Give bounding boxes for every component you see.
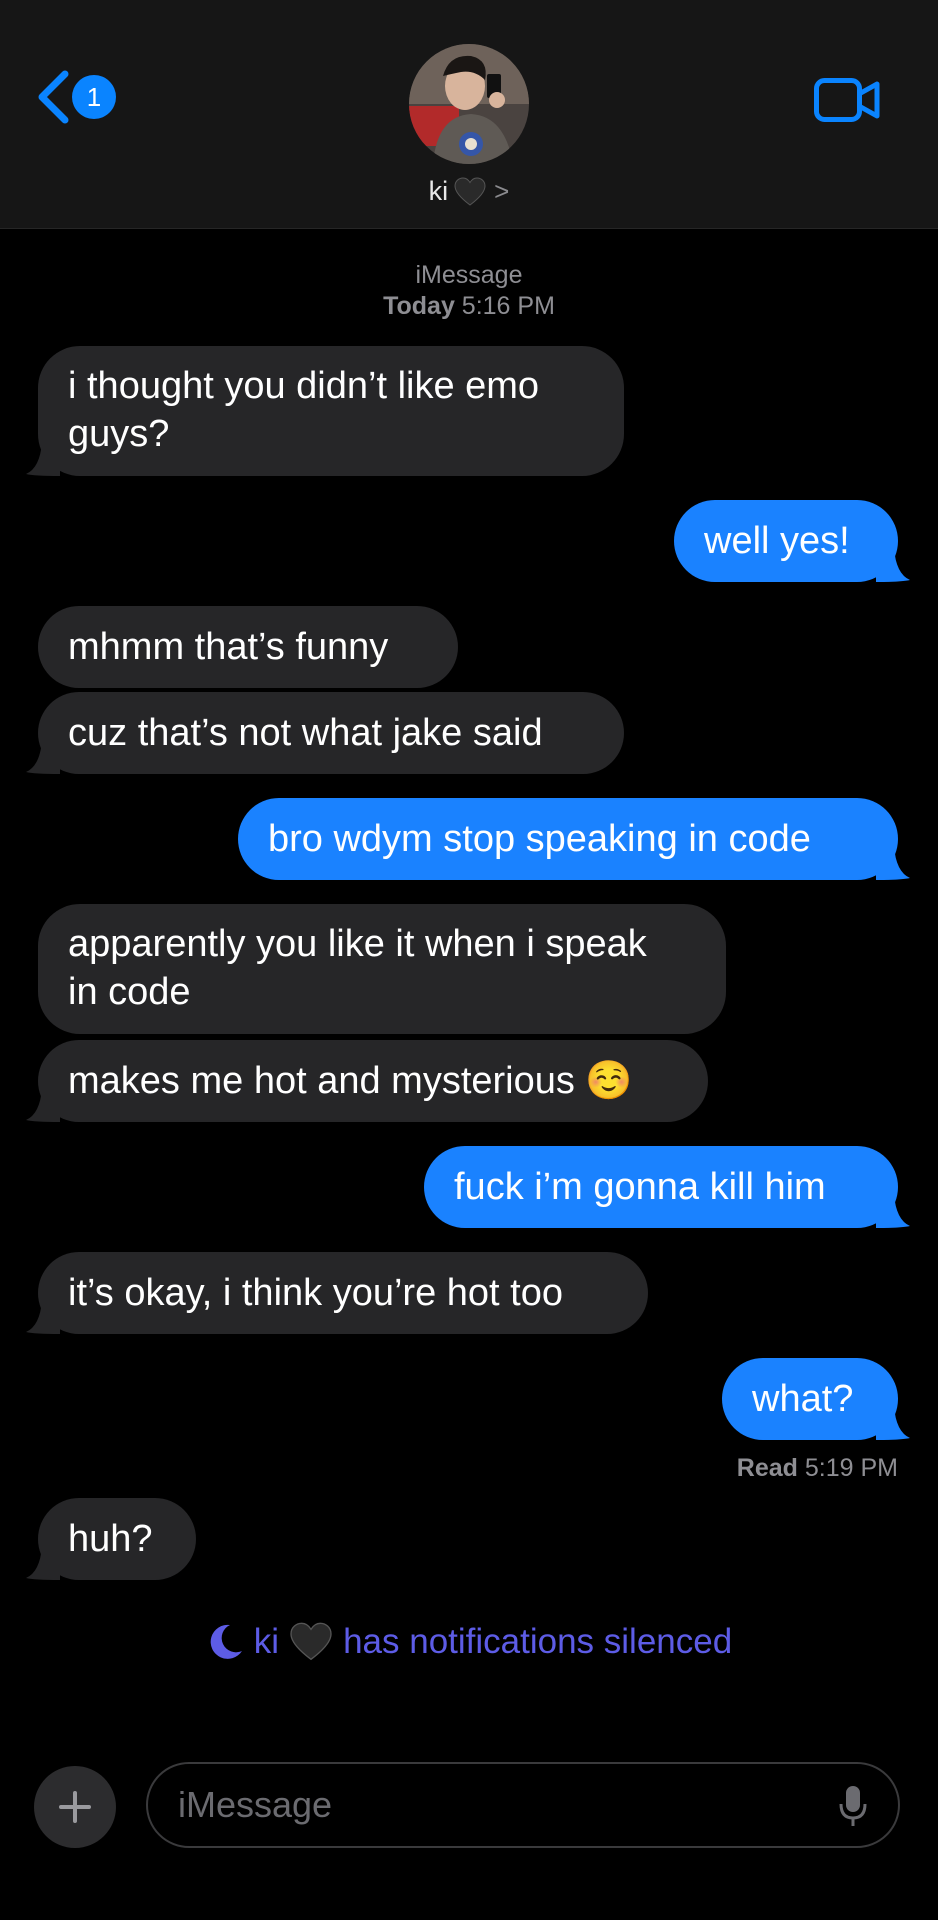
message-line: guys?	[68, 413, 170, 455]
bubble-tail	[26, 442, 60, 476]
bubble-tail	[26, 1088, 60, 1122]
silenced-text: has notifications silenced	[343, 1622, 733, 1661]
timestamp-day: Today	[383, 292, 455, 320]
bubble-tail	[26, 1546, 60, 1580]
bubble-tail	[876, 1406, 910, 1440]
notifications-silenced-notice: ki has notifications silenced	[0, 1622, 938, 1662]
incoming-message[interactable]: cuz that’s not what jake said	[26, 692, 624, 774]
message-text: fuck i’m gonna kill him	[454, 1166, 826, 1208]
black-heart-icon	[454, 176, 486, 206]
bubble-tail	[26, 1300, 60, 1334]
message-text: makes me hot and mysterious ☺️	[68, 1060, 633, 1102]
message-text: what?	[752, 1378, 854, 1420]
outgoing-message[interactable]: bro wdym stop speaking in code	[238, 798, 910, 880]
incoming-message[interactable]: huh?	[26, 1498, 196, 1580]
service-label: iMessage	[415, 261, 523, 289]
read-label: Read	[736, 1454, 798, 1482]
message-text: well yes!	[704, 520, 850, 562]
message-text: it’s okay, i think you’re hot too	[68, 1272, 563, 1314]
chevron-right-icon: >	[494, 176, 510, 206]
message-text: mhmm that’s funny	[68, 626, 389, 668]
video-camera-icon	[814, 78, 880, 122]
contact-name: ki	[428, 176, 449, 206]
thread-service-label: iMessage	[0, 260, 938, 291]
incoming-message[interactable]: mhmm that’s funny	[38, 606, 458, 688]
incoming-message[interactable]: apparently you like it when i speak in c…	[38, 904, 726, 1034]
message-line: apparently you like it when i speak	[68, 923, 647, 965]
add-attachment-button[interactable]	[34, 1766, 116, 1848]
message-line: in code	[68, 971, 191, 1013]
read-time: 5:19 PM	[804, 1454, 898, 1482]
incoming-message[interactable]: makes me hot and mysterious ☺️	[26, 1040, 708, 1122]
outgoing-message[interactable]: fuck i’m gonna kill him	[424, 1146, 910, 1228]
message-input[interactable]: iMessage	[146, 1762, 900, 1848]
bubble-tail	[876, 1194, 910, 1228]
facetime-video-button[interactable]	[814, 78, 880, 127]
thread-timestamp: Today 5:16 PM	[0, 291, 938, 322]
conversation-header: 1 ki >	[0, 0, 938, 229]
incoming-message[interactable]: it’s okay, i think you’re hot too	[26, 1252, 648, 1334]
back-button[interactable]: 1	[36, 66, 116, 128]
outgoing-message[interactable]: what?	[722, 1358, 910, 1440]
message-text: huh?	[68, 1518, 153, 1560]
incoming-message[interactable]: i thought you didn’t like emo guys?	[26, 346, 624, 476]
plus-icon	[59, 1791, 91, 1823]
chevron-left-icon	[38, 70, 69, 124]
message-input-placeholder: iMessage	[178, 1784, 333, 1825]
avatar-photo	[409, 44, 529, 164]
timestamp-time: 5:16 PM	[461, 292, 555, 320]
contact-name-button[interactable]: ki >	[0, 176, 938, 207]
silenced-contact-name: ki	[253, 1622, 280, 1661]
message-line: i thought you didn’t like emo	[68, 365, 540, 407]
black-heart-icon	[290, 1622, 332, 1661]
outgoing-message[interactable]: well yes!	[674, 500, 910, 582]
bubble-tail	[876, 548, 910, 582]
message-text: bro wdym stop speaking in code	[268, 818, 811, 860]
bubble-tail	[876, 846, 910, 880]
contact-avatar[interactable]	[409, 44, 529, 164]
message-text: cuz that’s not what jake said	[68, 712, 543, 754]
moon-icon	[210, 1624, 242, 1659]
unread-count-badge: 1	[72, 75, 116, 119]
microphone-icon[interactable]	[838, 1784, 868, 1828]
bubble-tail	[26, 740, 60, 774]
read-receipt: Read 5:19 PM	[737, 1454, 898, 1483]
